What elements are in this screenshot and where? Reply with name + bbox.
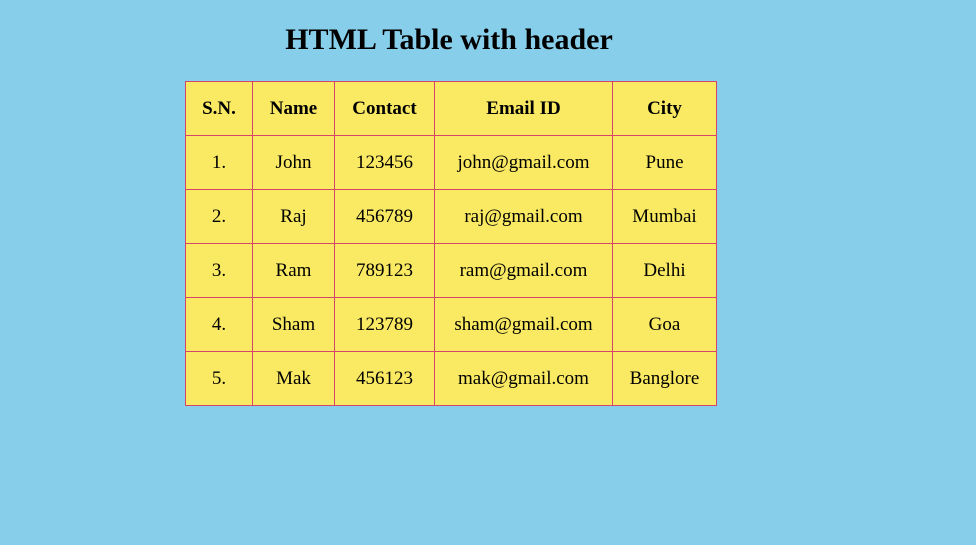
table-row: 2. Raj 456789 raj@gmail.com Mumbai: [185, 189, 717, 244]
header-email: Email ID: [434, 81, 613, 136]
cell-name: Sham: [252, 297, 335, 352]
table-row: 4. Sham 123789 sham@gmail.com Goa: [185, 297, 717, 352]
cell-email: ram@gmail.com: [434, 243, 613, 298]
cell-name: Raj: [252, 189, 335, 244]
cell-city: Banglore: [612, 351, 717, 406]
cell-contact: 456789: [334, 189, 435, 244]
cell-sn: 4.: [185, 297, 253, 352]
cell-contact: 789123: [334, 243, 435, 298]
cell-name: Mak: [252, 351, 335, 406]
cell-contact: 123789: [334, 297, 435, 352]
cell-city: Goa: [612, 297, 717, 352]
cell-sn: 1.: [185, 135, 253, 190]
cell-sn: 3.: [185, 243, 253, 298]
header-sn: S.N.: [185, 81, 253, 136]
page-title: HTML Table with header: [285, 23, 613, 56]
contacts-table: S.N. Name Contact Email ID City 1. John …: [185, 81, 717, 406]
cell-sn: 2.: [185, 189, 253, 244]
cell-sn: 5.: [185, 351, 253, 406]
cell-city: Delhi: [612, 243, 717, 298]
header-city: City: [612, 81, 717, 136]
cell-email: mak@gmail.com: [434, 351, 613, 406]
cell-contact: 123456: [334, 135, 435, 190]
cell-name: Ram: [252, 243, 335, 298]
cell-email: raj@gmail.com: [434, 189, 613, 244]
cell-city: Mumbai: [612, 189, 717, 244]
cell-contact: 456123: [334, 351, 435, 406]
table-row: 3. Ram 789123 ram@gmail.com Delhi: [185, 243, 717, 298]
header-name: Name: [252, 81, 335, 136]
cell-name: John: [252, 135, 335, 190]
cell-city: Pune: [612, 135, 717, 190]
cell-email: john@gmail.com: [434, 135, 613, 190]
header-contact: Contact: [334, 81, 435, 136]
table-header-row: S.N. Name Contact Email ID City: [185, 81, 717, 136]
cell-email: sham@gmail.com: [434, 297, 613, 352]
table-row: 1. John 123456 john@gmail.com Pune: [185, 135, 717, 190]
table-row: 5. Mak 456123 mak@gmail.com Banglore: [185, 351, 717, 406]
